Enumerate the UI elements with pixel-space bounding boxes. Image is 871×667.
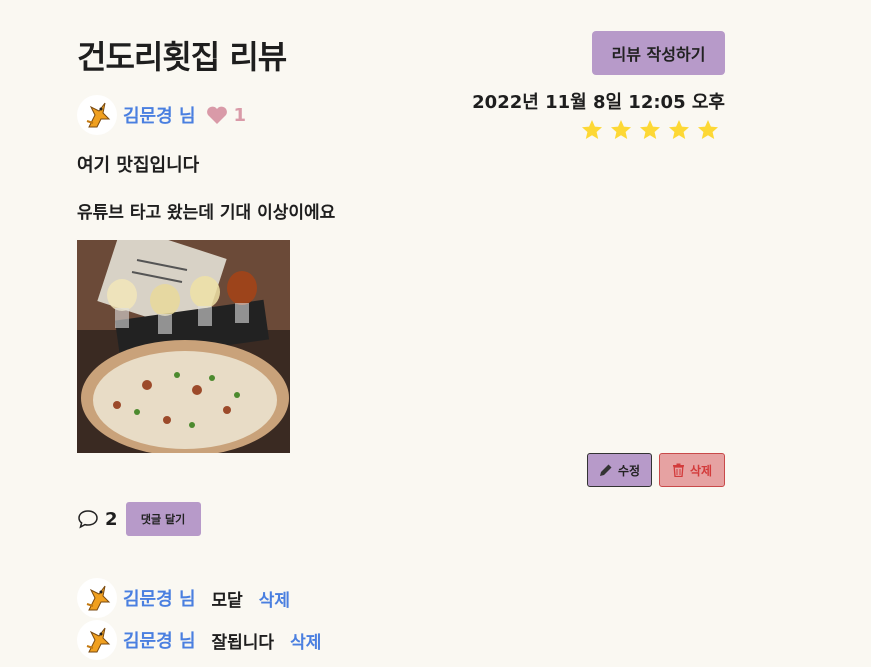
avatar-mascot-icon xyxy=(86,627,111,653)
edit-review-button[interactable]: 수정 xyxy=(587,453,652,487)
speech-bubble-icon xyxy=(78,510,98,529)
review-photo xyxy=(77,240,290,453)
comment-text: 잘됩니다 xyxy=(211,632,275,653)
comment-bar: 2 댓글 달기 xyxy=(77,502,201,536)
avatar xyxy=(77,578,117,618)
page-title: 건도리횟집 리뷰 xyxy=(77,38,287,76)
star-icon xyxy=(582,120,602,139)
heart-icon[interactable] xyxy=(206,105,228,125)
comment-author[interactable]: 김문경 님 xyxy=(123,585,196,611)
edit-label: 수정 xyxy=(617,463,641,478)
avatar xyxy=(77,620,117,660)
comment-author[interactable]: 김문경 님 xyxy=(123,627,196,653)
star-icon xyxy=(640,120,660,139)
write-review-button[interactable]: 리뷰 작성하기 xyxy=(592,31,725,75)
avatar-mascot-icon xyxy=(86,102,111,128)
review-author: 김문경 님 1 xyxy=(77,95,246,135)
review-date: 2022년 11월 8일 12:05 오후 xyxy=(472,92,725,113)
review-headline: 여기 맛집입니다 xyxy=(77,155,200,176)
avatar xyxy=(77,95,117,135)
author-name[interactable]: 김문경 님 xyxy=(123,102,196,128)
comment-text: 모닽 xyxy=(211,590,243,611)
trash-icon xyxy=(672,463,684,477)
add-comment-button[interactable]: 댓글 달기 xyxy=(125,502,201,536)
star-rating xyxy=(580,118,720,142)
review-body: 유튜브 타고 왔는데 기대 이상이에요 xyxy=(77,203,336,223)
star-icon xyxy=(669,120,689,139)
delete-comment-link[interactable]: 삭제 xyxy=(259,586,290,611)
comment-item: 김문경 님 잘됩니다 삭제 xyxy=(77,620,321,660)
pencil-icon xyxy=(599,464,612,476)
comment-count: 2 xyxy=(105,508,118,530)
avatar-mascot-icon xyxy=(86,585,111,611)
like-count: 1 xyxy=(233,104,247,126)
delete-label: 삭제 xyxy=(689,463,713,478)
star-icon xyxy=(698,120,718,139)
comment-item: 김문경 님 모닽 삭제 xyxy=(77,578,290,618)
delete-comment-link[interactable]: 삭제 xyxy=(290,628,321,653)
star-icon xyxy=(611,120,631,139)
delete-review-button[interactable]: 삭제 xyxy=(659,453,725,487)
